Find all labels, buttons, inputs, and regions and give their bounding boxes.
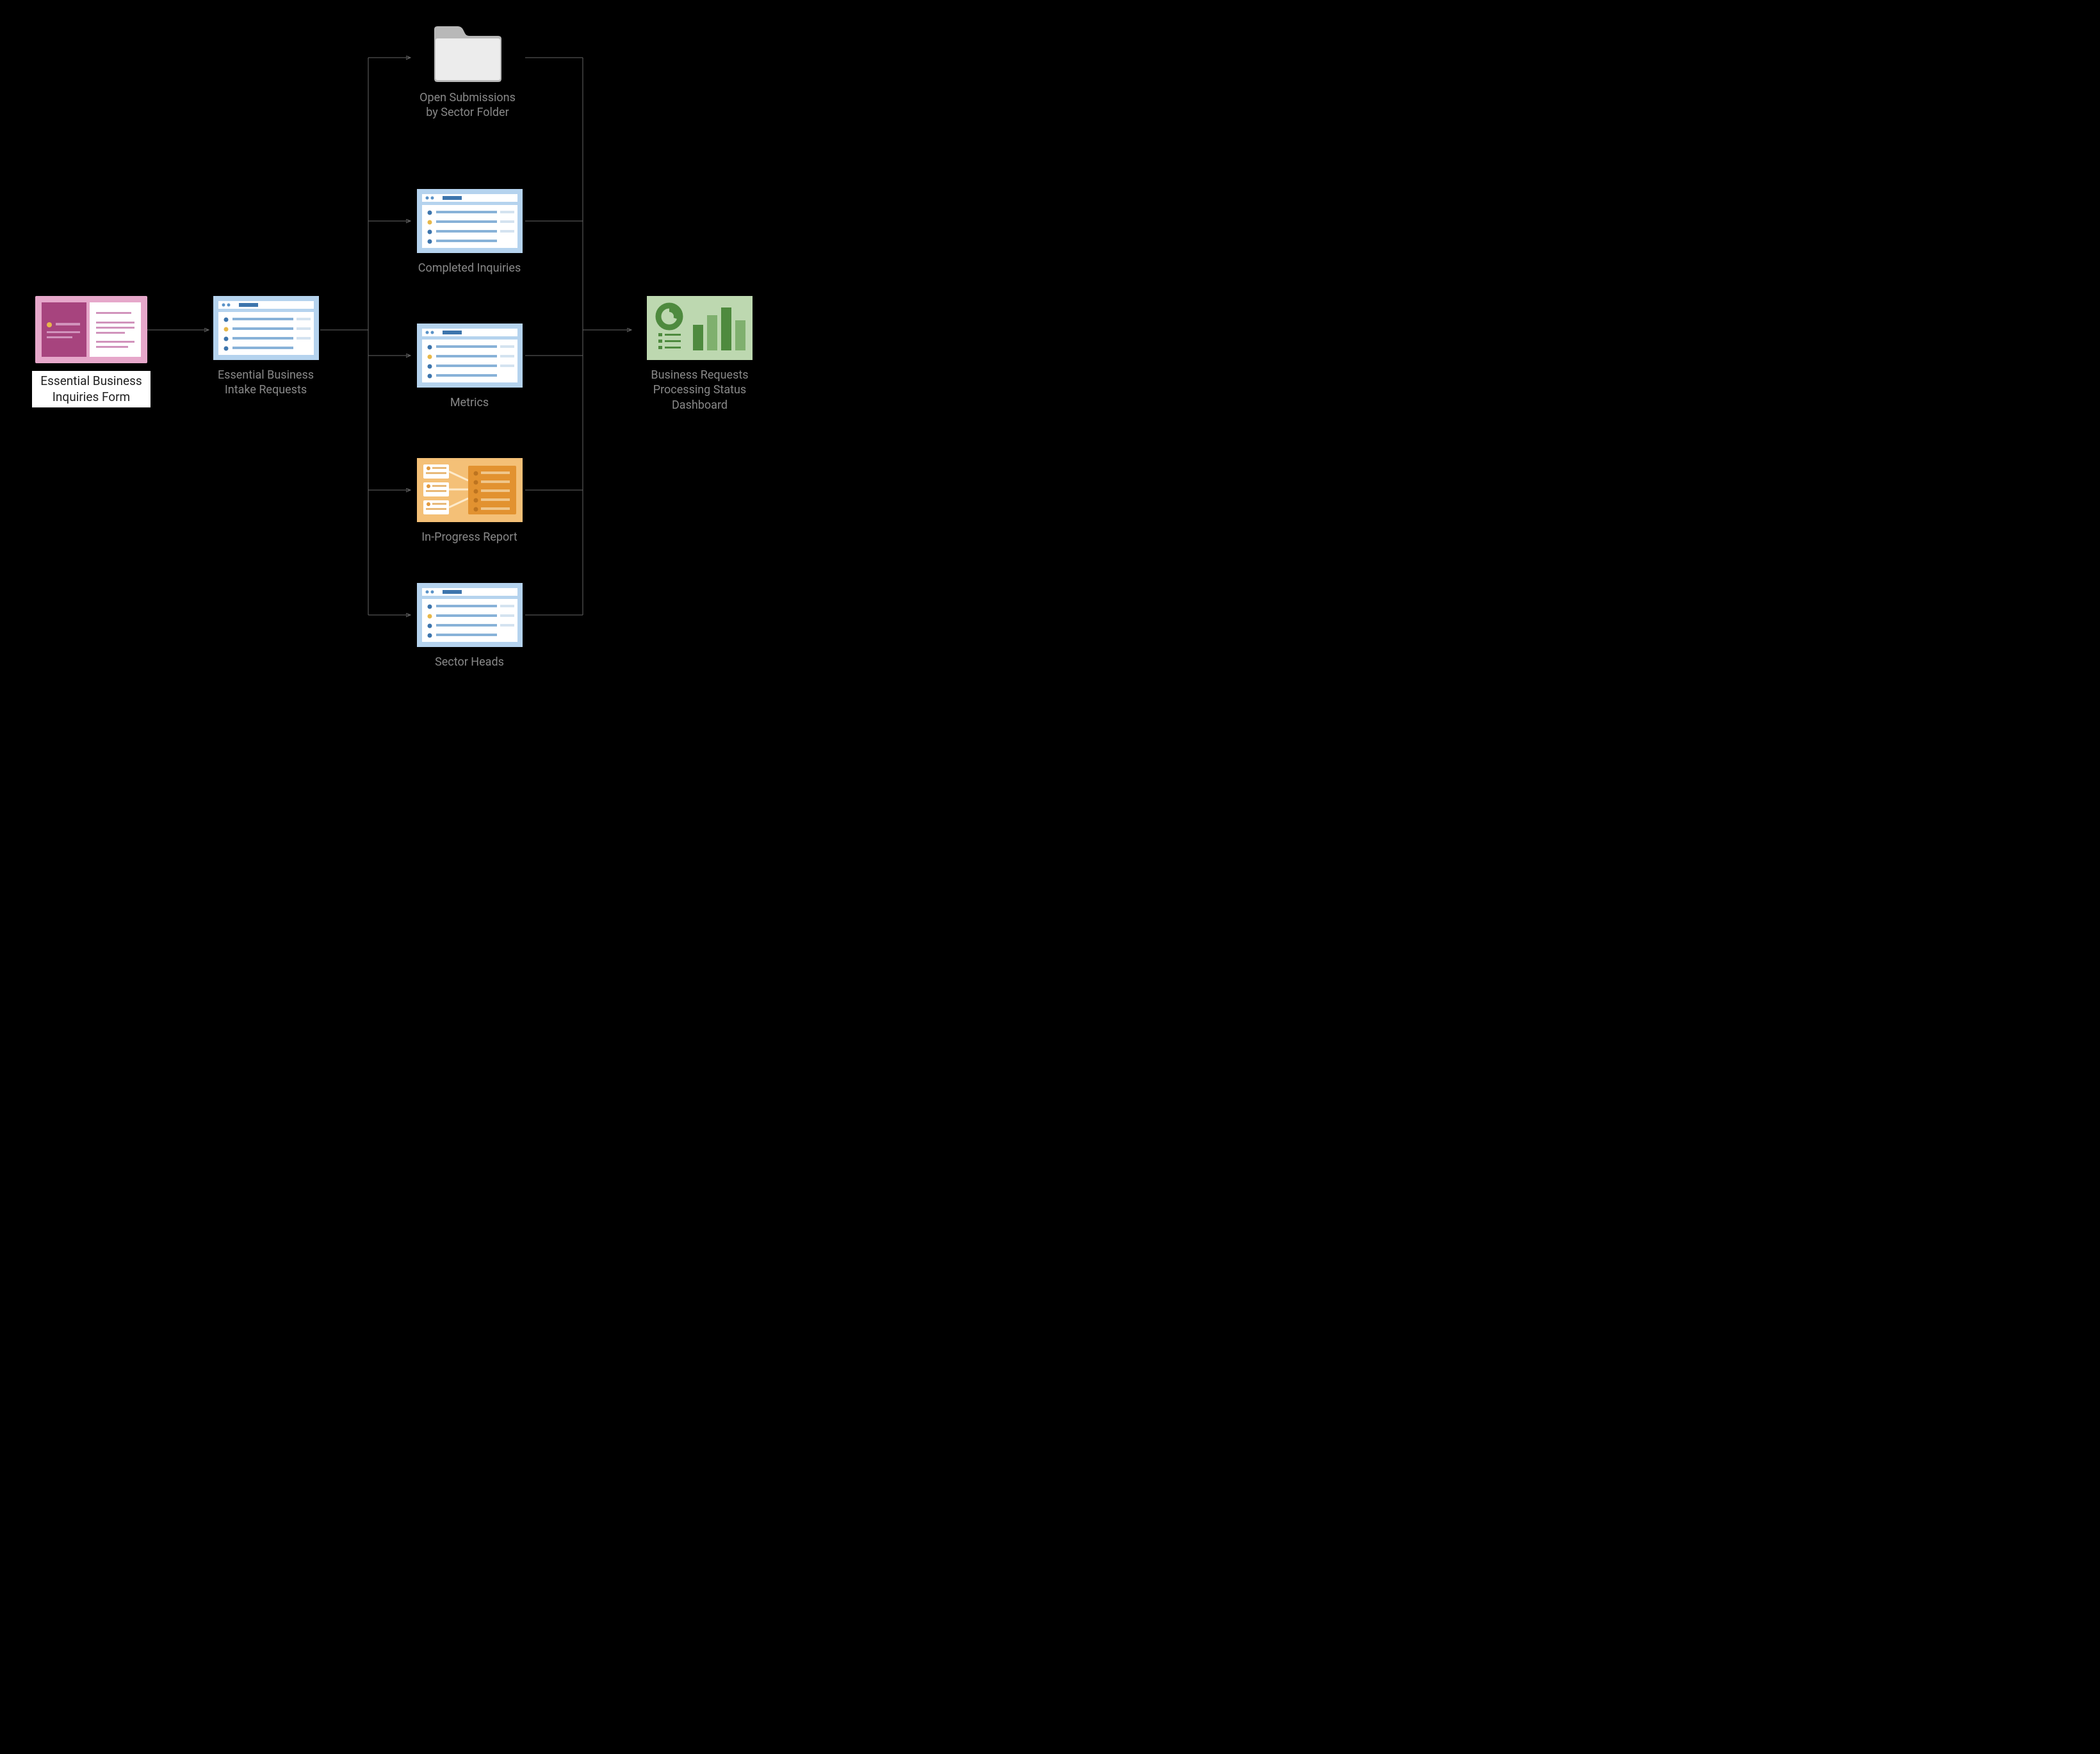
- node-folder-label: Open Submissions by Sector Folder: [413, 90, 522, 120]
- sheet-icon: [417, 583, 523, 647]
- node-dashboard: Business Requests Processing Status Dash…: [634, 296, 765, 413]
- node-intake-label: Essential Business Intake Requests: [211, 368, 320, 398]
- node-inprogress-label: In-Progress Report: [415, 530, 524, 545]
- node-completed-label: Completed Inquiries: [415, 261, 524, 275]
- node-folder: Open Submissions by Sector Folder: [413, 24, 522, 120]
- sheet-icon: [417, 324, 523, 388]
- sheet-icon: [213, 296, 319, 360]
- node-metrics-label: Metrics: [415, 395, 524, 410]
- node-dashboard-label: Business Requests Processing Status Dash…: [634, 368, 765, 413]
- form-icon: [35, 296, 147, 363]
- node-form: Essential Business Inquiries Form: [32, 296, 151, 407]
- folder-icon: [431, 24, 505, 85]
- node-form-label: Essential Business Inquiries Form: [32, 371, 151, 407]
- node-inprogress: In-Progress Report: [415, 458, 524, 545]
- report-icon: [417, 458, 523, 522]
- node-sectorheads: Sector Heads: [415, 583, 524, 669]
- node-completed: Completed Inquiries: [415, 189, 524, 275]
- node-metrics: Metrics: [415, 324, 524, 410]
- node-intake: Essential Business Intake Requests: [211, 296, 320, 398]
- workflow-diagram: Essential Business Inquiries Form Essent…: [0, 0, 858, 717]
- node-sectorheads-label: Sector Heads: [415, 655, 524, 669]
- dashboard-icon: [647, 296, 753, 360]
- sheet-icon: [417, 189, 523, 253]
